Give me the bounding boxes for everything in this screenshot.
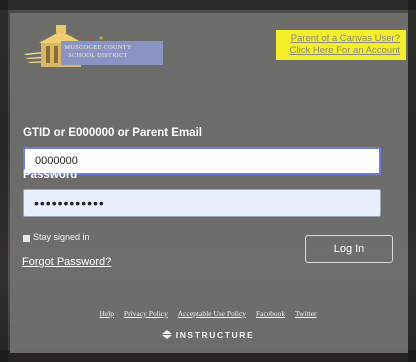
password-label: Password [23, 169, 78, 181]
username-label: GTID or E000000 or Parent Email [23, 127, 202, 139]
instructure-brand: INSTRUCTURE [0, 330, 416, 340]
footer-link-twitter[interactable]: Twitter [295, 309, 317, 318]
footer-link-facebook[interactable]: Facebook [256, 309, 285, 318]
login-button[interactable]: Log In [305, 235, 393, 263]
parent-account-link[interactable]: Parent of a Canvas User? Click Here For … [276, 30, 406, 60]
forgot-password-link[interactable]: Forgot Password? [22, 256, 111, 268]
district-name: Muscogee County School District [64, 44, 132, 59]
footer-link-privacy-policy[interactable]: Privacy Policy [124, 309, 168, 318]
footer-link-acceptable-use-policy[interactable]: Acceptable Use Policy [178, 309, 246, 318]
password-input[interactable] [23, 189, 381, 217]
parent-account-line2: Click Here For an Account [289, 45, 400, 56]
instructure-logo-icon [161, 330, 172, 339]
footer-link-help[interactable]: Help [99, 309, 114, 318]
instructure-wordmark: INSTRUCTURE [175, 330, 255, 340]
parent-account-line1: Parent of a Canvas User? [290, 33, 400, 44]
footer-links: Help Privacy Policy Acceptable Use Polic… [0, 309, 416, 318]
stay-signed-in-checkbox[interactable] [23, 235, 30, 242]
stay-signed-in-label: Stay signed in [33, 232, 90, 242]
